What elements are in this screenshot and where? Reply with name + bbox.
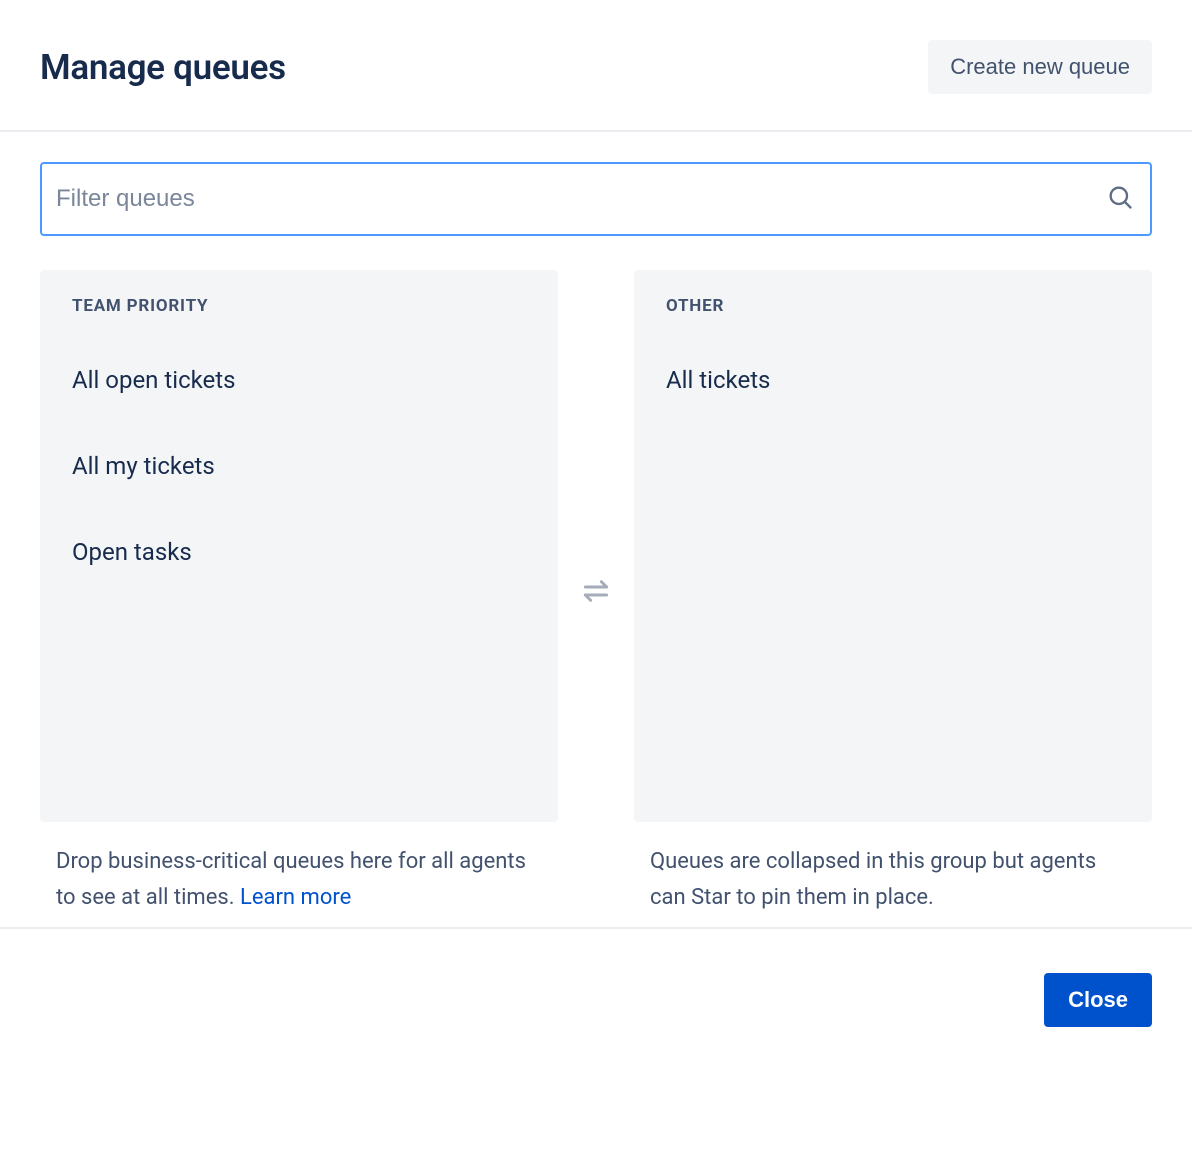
create-new-queue-button[interactable]: Create new queue bbox=[928, 40, 1152, 94]
queue-item[interactable]: All my tickets bbox=[72, 442, 526, 490]
other-description: Queues are collapsed in this group but a… bbox=[634, 822, 1152, 917]
dialog-footer: Close bbox=[0, 927, 1192, 1071]
other-panel[interactable]: OTHER All tickets bbox=[634, 270, 1152, 822]
filter-queues-input[interactable] bbox=[40, 162, 1152, 236]
queue-columns: TEAM PRIORITY All open tickets All my ti… bbox=[40, 270, 1152, 917]
dialog-header: Manage queues Create new queue bbox=[0, 0, 1192, 132]
queue-item[interactable]: All tickets bbox=[666, 356, 1120, 404]
close-button[interactable]: Close bbox=[1044, 973, 1152, 1027]
search-container bbox=[40, 162, 1152, 236]
dialog-content: TEAM PRIORITY All open tickets All my ti… bbox=[0, 132, 1192, 927]
team-priority-title: TEAM PRIORITY bbox=[72, 296, 526, 316]
description-text: Queues are collapsed in this group but a… bbox=[650, 849, 1096, 910]
other-column: OTHER All tickets Queues are collapsed i… bbox=[634, 270, 1152, 917]
page-title: Manage queues bbox=[40, 47, 286, 88]
learn-more-link[interactable]: Learn more bbox=[240, 885, 351, 910]
team-priority-description: Drop business-critical queues here for a… bbox=[40, 822, 558, 917]
team-priority-panel[interactable]: TEAM PRIORITY All open tickets All my ti… bbox=[40, 270, 558, 822]
queue-item[interactable]: Open tasks bbox=[72, 528, 526, 576]
team-priority-column: TEAM PRIORITY All open tickets All my ti… bbox=[40, 270, 558, 917]
other-title: OTHER bbox=[666, 296, 1120, 316]
swap-column bbox=[558, 270, 634, 917]
swap-horizontal-icon[interactable] bbox=[580, 575, 612, 611]
queue-item[interactable]: All open tickets bbox=[72, 356, 526, 404]
